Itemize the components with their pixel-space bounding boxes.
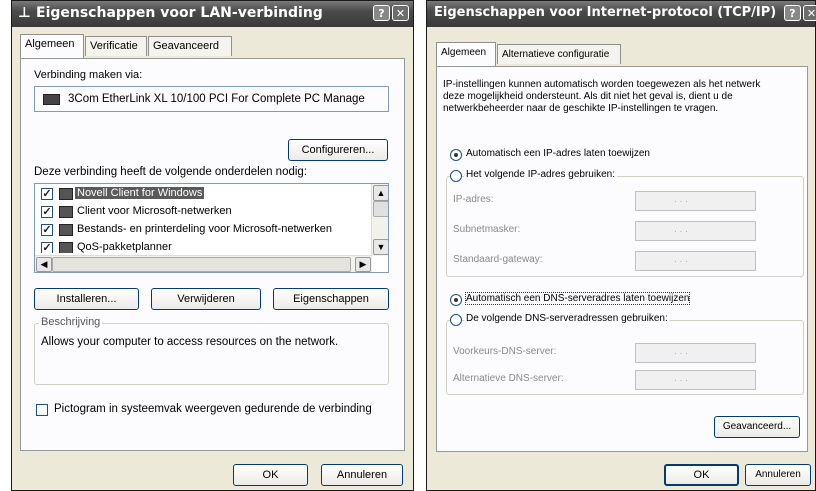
ok-button[interactable]: OK [664,464,739,486]
vertical-scrollbar[interactable]: ▲ ▼ [371,184,388,256]
alternate-dns-dots: . . . [674,373,688,384]
ip-address-field[interactable]: . . . [635,191,756,211]
component-checkbox[interactable]: ✓ [41,206,53,218]
network-card-icon [43,94,60,105]
component-label: Bestands- en printerdeling voor Microsof… [77,223,332,235]
properties-button[interactable]: Eigenschappen [273,288,389,310]
list-item[interactable]: ✓ Bestands- en printerdeling voor Micros… [35,223,370,238]
intro-line-1: IP-instellingen kunnen automatisch worde… [443,79,761,90]
scroll-hthumb[interactable] [52,257,351,272]
ip-address-label: IP-adres: [453,194,494,205]
components-list[interactable]: ✓ Novell Client for Windows ✓ Client voo… [34,183,389,273]
tray-checkbox[interactable] [36,404,48,416]
tab-algemeen[interactable]: Algemeen [436,42,496,66]
tab-geavanceerd[interactable]: Geavanceerd [148,36,232,56]
intro-line-2: deze mogelijkheid ondersteunt. Als dit n… [443,91,733,102]
help-icon[interactable]: ? [373,5,390,21]
component-checkbox[interactable]: ✓ [41,188,53,200]
subnet-label: Subnetmasker: [453,224,521,235]
scroll-down-icon[interactable]: ▼ [373,239,388,255]
auto-ip-label[interactable]: Automatisch een IP-adres laten toewijzen [466,148,650,159]
connect-label: Verbinding maken via: [34,69,143,81]
tcpip-title: Eigenschappen voor Internet-protocol (TC… [434,5,777,20]
gateway-label: Standaard-gateway: [453,254,543,265]
computer-icon [59,224,73,236]
description-legend: Beschrijving [39,316,103,328]
auto-dns-label[interactable]: Automatisch een DNS-serveradres laten to… [464,292,691,305]
component-icon [59,242,73,253]
tcpip-titlebar[interactable]: Eigenschappen voor Internet-protocol (TC… [427,1,816,27]
component-checkbox[interactable]: ✓ [41,224,53,236]
lan-properties-dialog: ⊥ Eigenschappen voor LAN-verbinding ? ✕ … [11,0,414,491]
close-icon[interactable]: ✕ [392,5,409,21]
component-label: Novell Client for Windows [75,187,205,199]
help-icon[interactable]: ? [784,5,801,21]
gateway-field[interactable]: . . . [635,251,756,271]
preferred-dns-dots: . . . [674,346,688,357]
description-text: Allows your computer to access resources… [41,336,339,348]
component-label: QoS-pakketplanner [77,241,172,253]
tab-alternatieve-configuratie[interactable]: Alternatieve configuratie [497,44,621,64]
scroll-right-icon[interactable]: ▶ [355,257,371,272]
manual-dns-label[interactable]: De volgende DNS-serveradressen gebruiken… [464,313,670,324]
list-item[interactable]: ✓ Novell Client for Windows [35,187,370,202]
adapter-field: 3Com EtherLink XL 10/100 PCI For Complet… [34,86,389,112]
alternate-dns-label: Alternatieve DNS-server: [453,373,564,384]
uninstall-button[interactable]: Verwijderen [151,288,261,310]
components-label: Deze verbinding heeft de volgende onderd… [34,166,308,178]
list-item[interactable]: ✓ Client voor Microsoft-netwerken [35,205,370,220]
subnet-field[interactable]: . . . [635,221,756,241]
general-panel: Verbinding maken via: 3Com EtherLink XL … [20,58,405,451]
cancel-button[interactable]: Annuleren [745,464,811,486]
tab-verificatie[interactable]: Verificatie [85,36,147,56]
general-panel: IP-instellingen kunnen automatisch worde… [436,66,808,452]
component-icon [59,206,73,218]
intro-line-3: netwerkbeheerder naar de geschikte IP-in… [443,103,719,114]
manual-dns-group: De volgende DNS-serveradressen gebruiken… [446,313,804,395]
component-checkbox[interactable]: ✓ [41,242,53,253]
scroll-up-icon[interactable]: ▲ [373,185,388,201]
component-label: Client voor Microsoft-netwerken [77,205,232,217]
network-icon: ⊥ [18,5,31,21]
tray-checkbox-label[interactable]: Pictogram in systeemvak weergeven gedure… [54,403,372,415]
ip-address-dots: . . . [674,194,688,205]
scroll-left-icon[interactable]: ◀ [36,257,52,272]
install-button[interactable]: Installeren... [34,288,139,310]
gateway-dots: . . . [674,254,688,265]
tcpip-properties-dialog: Eigenschappen voor Internet-protocol (TC… [426,0,816,491]
lan-titlebar[interactable]: ⊥ Eigenschappen voor LAN-verbinding ? ✕ [12,1,413,27]
manual-ip-radio[interactable] [450,170,462,182]
manual-ip-group: Het volgende IP-adres gebruiken: IP-adre… [446,169,804,277]
cancel-button[interactable]: Annuleren [321,464,403,486]
adapter-name: 3Com EtherLink XL 10/100 PCI For Complet… [68,93,365,105]
lan-title: Eigenschappen voor LAN-verbinding [36,5,323,21]
advanced-button[interactable]: Geavanceerd... [714,416,800,438]
manual-dns-radio[interactable] [450,314,462,326]
alternate-dns-field[interactable]: . . . [635,370,756,390]
close-icon[interactable]: ✕ [803,5,816,21]
configure-button[interactable]: Configureren... [288,139,388,161]
scroll-thumb[interactable] [373,201,388,217]
subnet-dots: . . . [674,224,688,235]
component-icon [59,188,73,200]
auto-dns-radio[interactable] [450,294,462,306]
preferred-dns-label: Voorkeurs-DNS-server: [453,346,557,357]
manual-ip-label[interactable]: Het volgende IP-adres gebruiken: [464,169,617,180]
tab-algemeen[interactable]: Algemeen [20,34,84,58]
auto-ip-radio[interactable] [450,149,462,161]
description-group: Beschrijving Allows your computer to acc… [34,316,389,385]
preferred-dns-field[interactable]: . . . [635,343,756,363]
horizontal-scrollbar[interactable]: ◀ ▶ [35,255,372,272]
ok-button[interactable]: OK [233,464,308,486]
list-item[interactable]: ✓ QoS-pakketplanner [35,241,370,253]
